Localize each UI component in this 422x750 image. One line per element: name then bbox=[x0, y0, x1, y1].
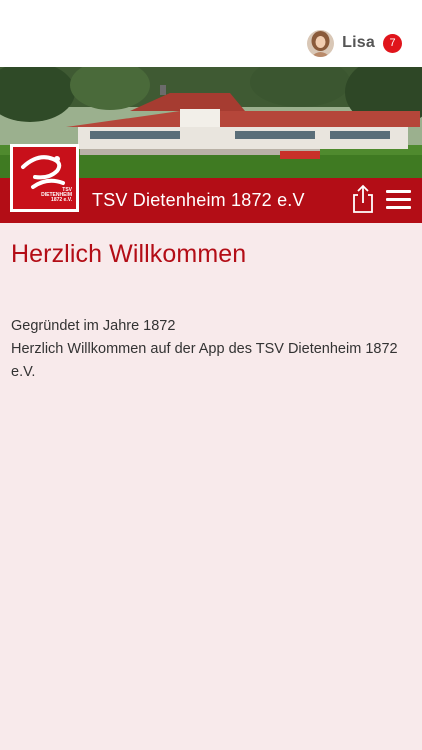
club-name: TSV Dietenheim 1872 e.V bbox=[92, 190, 305, 210]
welcome-text: Herzlich Willkommen auf der App des TSV … bbox=[11, 341, 398, 380]
user-name: Lisa bbox=[342, 34, 375, 51]
founded-text: Gegründet im Jahre 1872 bbox=[11, 318, 176, 334]
hamburger-menu-icon[interactable] bbox=[386, 190, 412, 210]
notification-badge[interactable]: 7 bbox=[383, 33, 402, 53]
club-logo[interactable]: TSV DIETENHEIM 1872 e.V. bbox=[10, 144, 79, 212]
main-content: Herzlich Willkommen Gegründet im Jahre 1… bbox=[11, 240, 411, 384]
club-logo-text: TSV DIETENHEIM 1872 e.V. bbox=[41, 187, 72, 203]
top-bar: Lisa 7 bbox=[0, 0, 422, 67]
club-logo-emblem: TSV DIETENHEIM 1872 e.V. bbox=[13, 147, 76, 209]
page-title: Herzlich Willkommen bbox=[11, 240, 247, 268]
user-avatar[interactable] bbox=[307, 29, 335, 57]
user-profile[interactable]: Lisa 7 bbox=[307, 29, 402, 57]
share-icon[interactable] bbox=[350, 184, 376, 214]
